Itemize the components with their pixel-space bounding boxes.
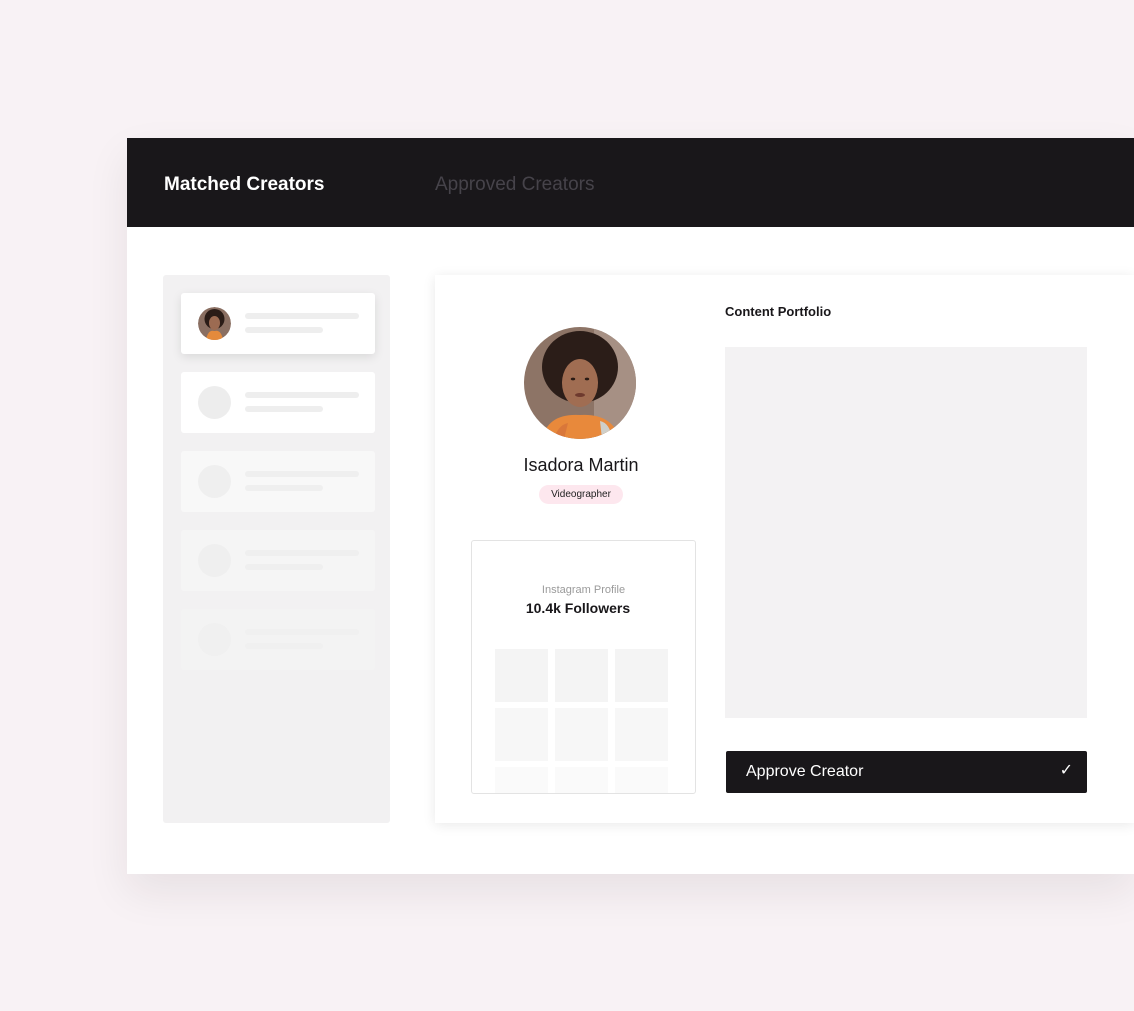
placeholder-line xyxy=(245,485,323,491)
avatar-placeholder xyxy=(198,386,231,419)
portfolio-heading: Content Portfolio xyxy=(725,304,832,319)
avatar-placeholder xyxy=(198,623,231,656)
placeholder-line xyxy=(245,471,359,477)
post-thumbnail[interactable] xyxy=(615,649,668,702)
top-navigation-bar: Matched Creators Approved Creators xyxy=(127,138,1134,227)
checkmark-icon: ✓ xyxy=(1059,762,1073,779)
placeholder-line xyxy=(245,392,359,398)
placeholder-line xyxy=(245,327,323,333)
post-thumbnail[interactable] xyxy=(555,767,608,793)
instagram-label: Instagram Profile xyxy=(541,584,626,596)
placeholder-line xyxy=(245,564,323,570)
placeholder-line xyxy=(245,313,359,319)
placeholder-line xyxy=(245,643,323,649)
creator-name: Isadora Martin xyxy=(523,455,639,475)
post-thumbnail[interactable] xyxy=(495,649,548,702)
placeholder-line xyxy=(245,550,359,556)
post-thumbnail[interactable] xyxy=(555,649,608,702)
approve-creator-button[interactable]: Approve Creator ✓ xyxy=(726,751,1087,793)
approve-button-label: Approve Creator xyxy=(746,763,864,780)
post-thumbnail[interactable] xyxy=(495,767,548,793)
tab-matched-creators[interactable]: Matched Creators xyxy=(164,173,325,197)
creator-avatar xyxy=(524,327,636,439)
post-thumbnail[interactable] xyxy=(495,708,548,761)
post-thumbnail[interactable] xyxy=(615,767,668,793)
creator-detail-card: Isadora Martin Videographer Instagram Pr… xyxy=(435,275,1134,823)
creator-list-item[interactable] xyxy=(181,530,375,591)
avatar-placeholder xyxy=(198,544,231,577)
follower-count: 10.4k Followers xyxy=(525,600,631,616)
post-thumbnail[interactable] xyxy=(615,708,668,761)
post-thumbnail[interactable] xyxy=(555,708,608,761)
tab-approved-creators[interactable]: Approved Creators xyxy=(435,173,594,197)
creator-list-item[interactable] xyxy=(181,293,375,354)
creator-list-item[interactable] xyxy=(181,372,375,433)
placeholder-line xyxy=(245,629,359,635)
creator-list-item[interactable] xyxy=(181,451,375,512)
instagram-profile-card[interactable]: Instagram Profile 10.4k Followers xyxy=(471,540,696,794)
content-portfolio-area[interactable] xyxy=(725,347,1087,718)
avatar-placeholder xyxy=(198,465,231,498)
avatar xyxy=(198,307,231,340)
placeholder-line xyxy=(245,406,323,412)
creator-list-panel xyxy=(163,275,390,823)
creator-list-item[interactable] xyxy=(181,609,375,670)
app-window: Matched Creators Approved Creators Isado… xyxy=(127,138,1134,874)
role-badge: Videographer xyxy=(539,485,623,504)
